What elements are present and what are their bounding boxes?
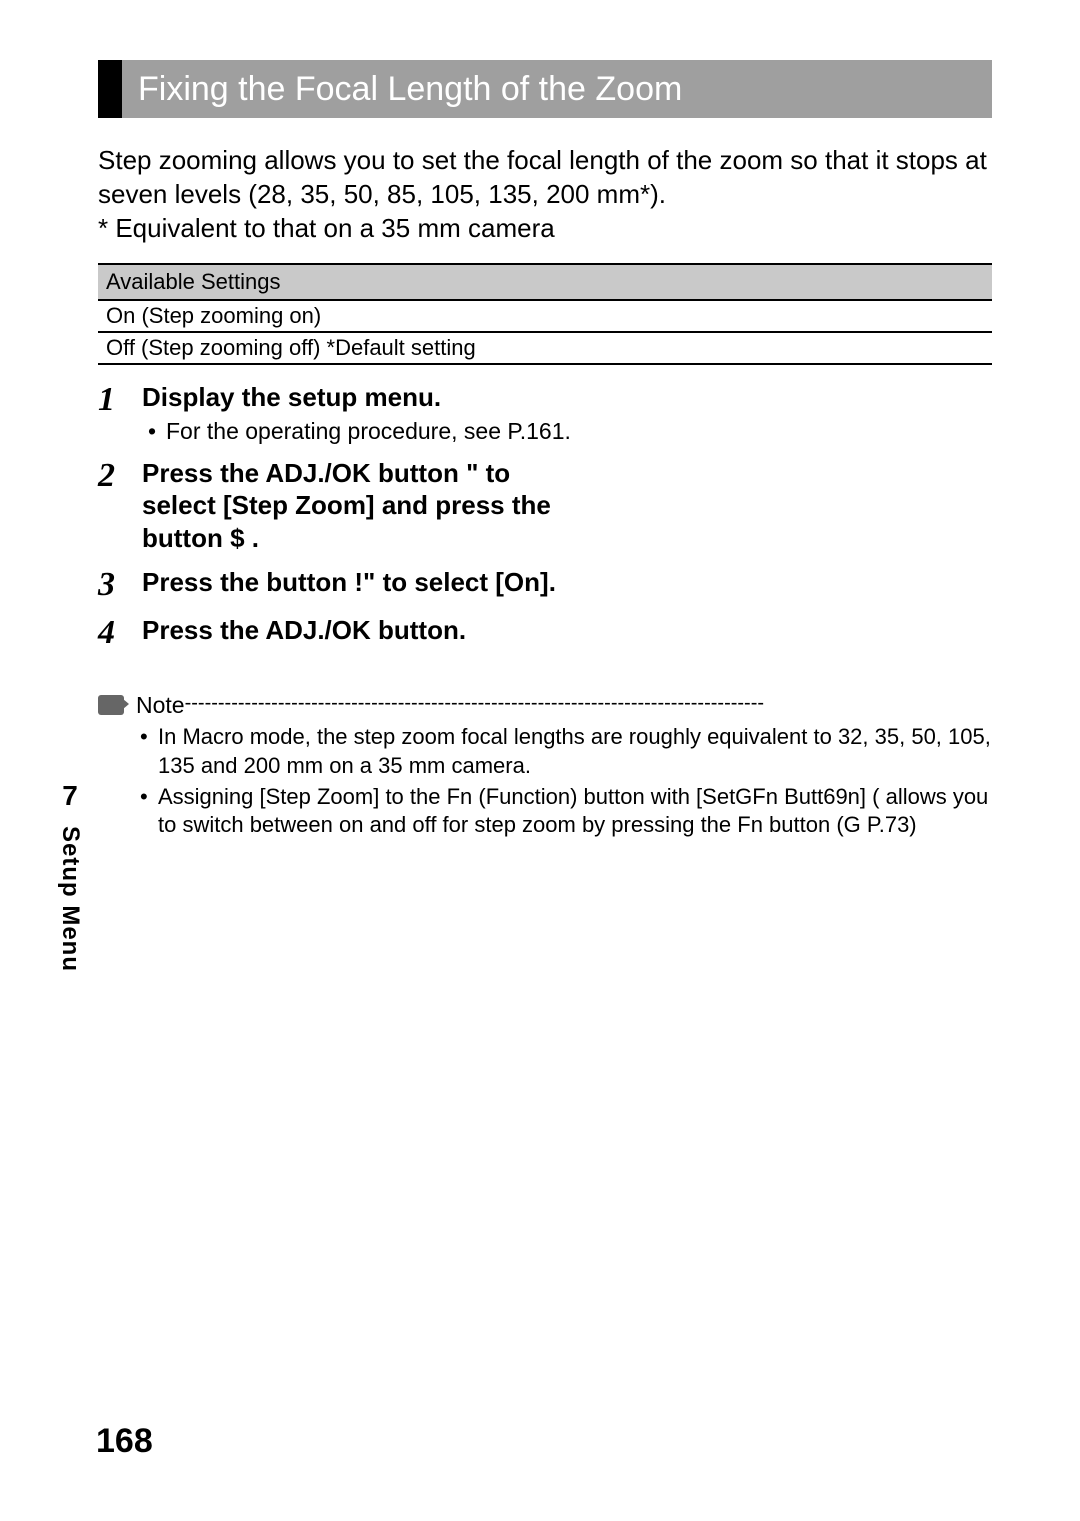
page-number: 168 (96, 1422, 153, 1461)
step-body: Press the ADJ./OK button " to select [St… (142, 457, 992, 555)
chapter-number: 7 (56, 780, 84, 812)
step-sub: For the operating procedure, see P.161. (142, 418, 992, 445)
step-title: Press the ADJ./OK button " to select [St… (142, 457, 572, 555)
step-number: 2 (98, 457, 142, 555)
settings-row: On (Step zooming on) (98, 300, 992, 332)
section-name-vertical: Setup Menu (56, 826, 84, 972)
steps-list: 1 Display the setup menu. For the operat… (98, 381, 992, 650)
step-body: Press the ADJ./OK button. (142, 614, 992, 650)
note-icon (98, 695, 124, 715)
settings-row: Off (Step zooming off) *Default setting (98, 332, 992, 364)
step-number: 1 (98, 381, 142, 445)
note-label: Note (136, 692, 185, 719)
step-number: 4 (98, 614, 142, 650)
settings-table: Available Settings On (Step zooming on) … (98, 263, 992, 365)
intro-line: Step zooming allows you to set the focal… (98, 144, 992, 212)
step-number: 3 (98, 566, 142, 602)
step-title: Press the button !" to select [On]. (142, 566, 572, 599)
note-dashes: ----------------------------------------… (185, 692, 764, 719)
step: 4 Press the ADJ./OK button. (98, 614, 992, 650)
step: 3 Press the button !" to select [On]. (98, 566, 992, 602)
note-item: In Macro mode, the step zoom focal lengt… (136, 723, 992, 780)
intro-text: Step zooming allows you to set the focal… (98, 144, 992, 245)
step-body: Display the setup menu. For the operatin… (142, 381, 992, 445)
intro-footnote: * Equivalent to that on a 35 mm camera (98, 212, 992, 246)
page: Fixing the Focal Length of the Zoom Step… (0, 0, 1080, 1521)
title-block-icon (98, 60, 122, 118)
section-title: Fixing the Focal Length of the Zoom (138, 70, 682, 109)
settings-header: Available Settings (98, 264, 992, 300)
note-item: Assigning [Step Zoom] to the Fn (Functio… (136, 783, 992, 840)
step: 2 Press the ADJ./OK button " to select [… (98, 457, 992, 555)
step-title: Press the ADJ./OK button. (142, 614, 992, 647)
step-title: Display the setup menu. (142, 381, 992, 414)
note-header-row: Note -----------------------------------… (98, 692, 992, 719)
step: 1 Display the setup menu. For the operat… (98, 381, 992, 445)
content-area: Fixing the Focal Length of the Zoom Step… (98, 60, 992, 840)
side-tab: 7 Setup Menu (56, 780, 84, 972)
note-list: In Macro mode, the step zoom focal lengt… (136, 723, 992, 839)
step-body: Press the button !" to select [On]. (142, 566, 992, 602)
section-title-bar: Fixing the Focal Length of the Zoom (98, 60, 992, 118)
